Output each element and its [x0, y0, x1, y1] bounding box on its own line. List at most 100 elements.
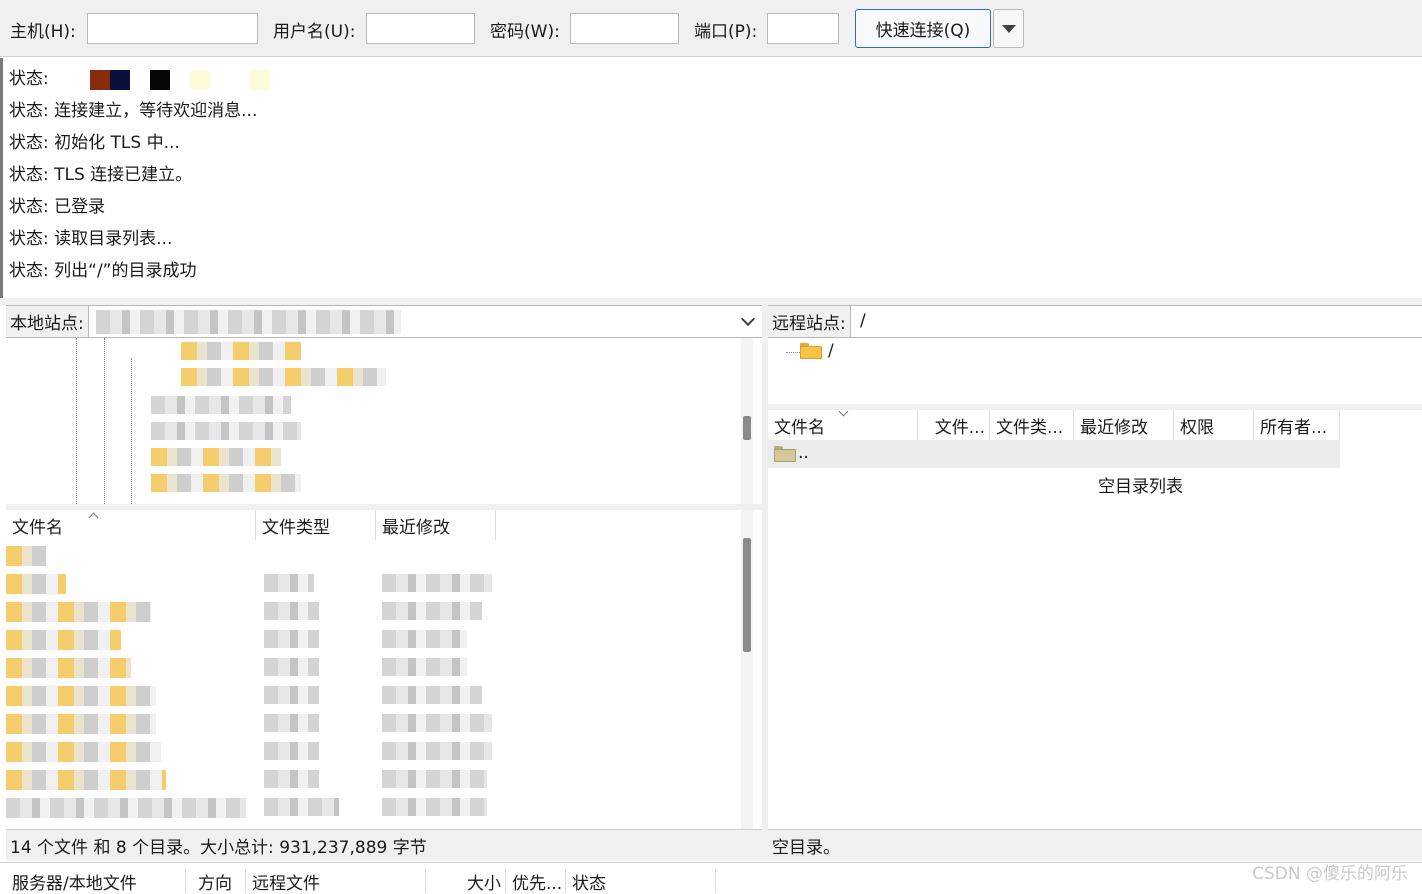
tree-item-redacted[interactable]	[181, 368, 386, 386]
remote-status-bar: 空目录。	[768, 829, 1422, 861]
file-type-redacted	[264, 742, 319, 760]
username-input[interactable]	[366, 13, 475, 44]
password-input[interactable]	[570, 13, 679, 44]
queue-column-size[interactable]: 大小	[426, 869, 506, 894]
remote-tree-root[interactable]: /	[828, 341, 834, 361]
chevron-down-icon	[1001, 24, 1016, 33]
redacted-swatch	[90, 70, 110, 90]
quick-connect-button[interactable]: 快速连接(Q)	[855, 9, 991, 48]
parent-directory-label: ..	[798, 443, 809, 463]
tree-scrollbar[interactable]	[741, 338, 753, 504]
file-row-redacted[interactable]	[6, 742, 161, 762]
file-row-redacted[interactable]	[6, 770, 166, 790]
queue-column-status[interactable]: 状态	[566, 869, 716, 894]
scrollbar-thumb[interactable]	[743, 416, 751, 440]
column-header-filesize[interactable]: 文件...	[918, 410, 990, 440]
redacted-swatch	[150, 70, 170, 90]
tree-item-redacted[interactable]	[151, 474, 301, 492]
column-header-filetype[interactable]: 文件类型	[256, 510, 376, 540]
column-header-filetype[interactable]: 文件类...	[990, 410, 1074, 440]
file-date-redacted	[382, 630, 467, 648]
remote-directory-tree[interactable]: /	[768, 338, 1422, 404]
watermark-text: CSDN @傻乐的阿乐	[1252, 864, 1408, 884]
file-date-redacted	[382, 658, 467, 676]
local-site-label: 本地站点:	[6, 306, 89, 337]
log-line: 状态: 连接建立，等待欢迎消息...	[9, 101, 258, 121]
column-header-filename[interactable]: 文件名	[6, 510, 256, 540]
password-label: 密码(W):	[490, 22, 560, 42]
file-type-redacted	[264, 686, 319, 704]
tree-item-redacted[interactable]	[151, 422, 301, 440]
local-site-bar: 本地站点:	[6, 305, 762, 338]
host-input[interactable]	[87, 13, 258, 44]
queue-column-priority[interactable]: 优先...	[506, 869, 566, 894]
tree-item-redacted[interactable]	[151, 448, 281, 466]
remote-path-input[interactable]: /	[860, 311, 866, 331]
log-line: 状态: 初始化 TLS 中...	[9, 133, 180, 153]
folder-icon	[800, 343, 822, 359]
redacted-swatch	[110, 70, 130, 90]
column-header-permissions[interactable]: 权限	[1174, 410, 1254, 440]
remote-file-list[interactable]: 文件名 文件... 文件类... 最近修改 权限 所有者... .. 空目录列表	[768, 406, 1422, 829]
log-line: 状态: 读取目录列表...	[9, 229, 173, 249]
tree-guide-line	[76, 338, 77, 504]
log-line: 状态: TLS 连接已建立。	[9, 165, 193, 185]
tree-guide-line	[131, 358, 132, 504]
tree-guide-line	[104, 338, 105, 504]
file-date-redacted	[382, 714, 492, 732]
empty-listing-message: 空目录列表	[1098, 477, 1183, 497]
local-status-bar: 14 个文件 和 8 个目录。大小总计: 931,237,889 字节	[6, 829, 762, 861]
port-input[interactable]	[767, 13, 839, 44]
queue-column-remote-file[interactable]: 远程文件	[246, 869, 426, 894]
file-date-redacted	[382, 574, 492, 592]
queue-column-local-file[interactable]: 服务器/本地文件	[6, 869, 186, 894]
log-line: 状态: 列出“/”的目录成功	[9, 261, 197, 281]
column-header-modified[interactable]: 最近修改	[376, 510, 496, 540]
local-path-redacted[interactable]	[96, 310, 401, 334]
column-header-owner[interactable]: 所有者...	[1254, 410, 1340, 440]
transfer-queue-header: 服务器/本地文件 方向 远程文件 大小 优先... 状态	[0, 862, 1422, 894]
file-type-redacted	[264, 770, 319, 788]
tree-item-redacted[interactable]	[181, 342, 301, 360]
file-list-scrollbar[interactable]	[741, 510, 753, 829]
tree-item-redacted[interactable]	[151, 396, 291, 414]
file-row-redacted[interactable]	[6, 630, 121, 650]
log-line: 状态:	[9, 69, 49, 89]
remote-status-text: 空目录。	[772, 838, 840, 858]
redacted-swatch	[190, 70, 210, 90]
file-date-redacted	[382, 798, 487, 816]
column-header-modified[interactable]: 最近修改	[1074, 410, 1174, 440]
tree-guide-line	[786, 352, 800, 353]
log-line: 状态: 已登录	[9, 197, 106, 217]
file-row-redacted[interactable]	[6, 574, 66, 594]
scrollbar-thumb[interactable]	[743, 538, 751, 652]
file-type-redacted	[264, 714, 319, 732]
horizontal-splitter[interactable]	[0, 298, 1422, 305]
file-row-redacted[interactable]	[6, 798, 246, 818]
file-type-redacted	[264, 574, 314, 592]
local-file-list[interactable]: 文件名 文件类型 最近修改	[6, 510, 762, 829]
local-directory-tree[interactable]	[6, 338, 762, 504]
folder-icon	[774, 446, 796, 462]
queue-column-direction[interactable]: 方向	[192, 869, 246, 894]
parent-directory-row[interactable]: ..	[768, 440, 1340, 468]
file-row-redacted[interactable]	[6, 546, 46, 566]
file-type-redacted	[264, 798, 339, 816]
local-status-text: 14 个文件 和 8 个目录。大小总计: 931,237,889 字节	[10, 838, 427, 858]
file-row-redacted[interactable]	[6, 602, 151, 622]
file-date-redacted	[382, 602, 482, 620]
username-label: 用户名(U):	[273, 22, 356, 42]
file-row-redacted[interactable]	[6, 686, 156, 706]
remote-site-label: 远程站点:	[768, 306, 851, 337]
file-row-redacted[interactable]	[6, 658, 131, 678]
message-log[interactable]: 状态: 状态: 连接建立，等待欢迎消息... 状态: 初始化 TLS 中... …	[0, 58, 1422, 298]
quick-connect-bar: 主机(H): 用户名(U): 密码(W): 端口(P): 快速连接(Q)	[0, 0, 1422, 57]
port-label: 端口(P):	[694, 22, 758, 42]
file-date-redacted	[382, 686, 482, 704]
quick-connect-dropdown-button[interactable]	[993, 9, 1024, 48]
file-row-redacted[interactable]	[6, 714, 156, 734]
chevron-down-icon[interactable]	[740, 311, 756, 327]
file-date-redacted	[382, 742, 492, 760]
remote-site-bar: 远程站点: /	[768, 305, 1422, 338]
redacted-swatch	[250, 70, 270, 90]
